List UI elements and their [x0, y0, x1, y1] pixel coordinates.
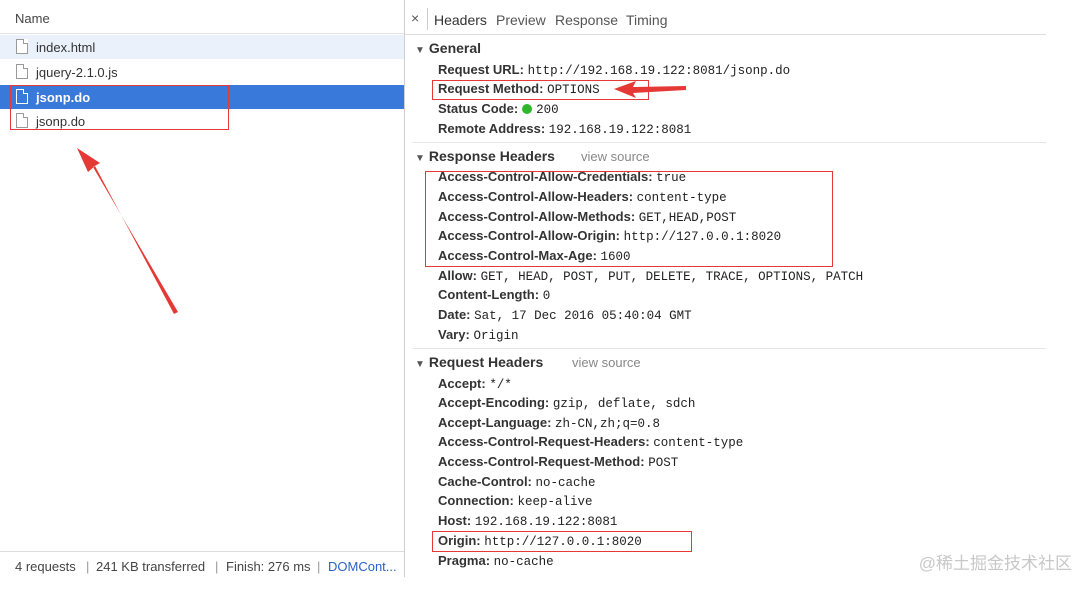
watermark: @稀土掘金技术社区: [918, 554, 1072, 573]
arrow-to-method-icon: [614, 81, 686, 98]
arrow-to-requests-icon: [77, 148, 178, 314]
annotation-arrows: [77, 81, 686, 314]
